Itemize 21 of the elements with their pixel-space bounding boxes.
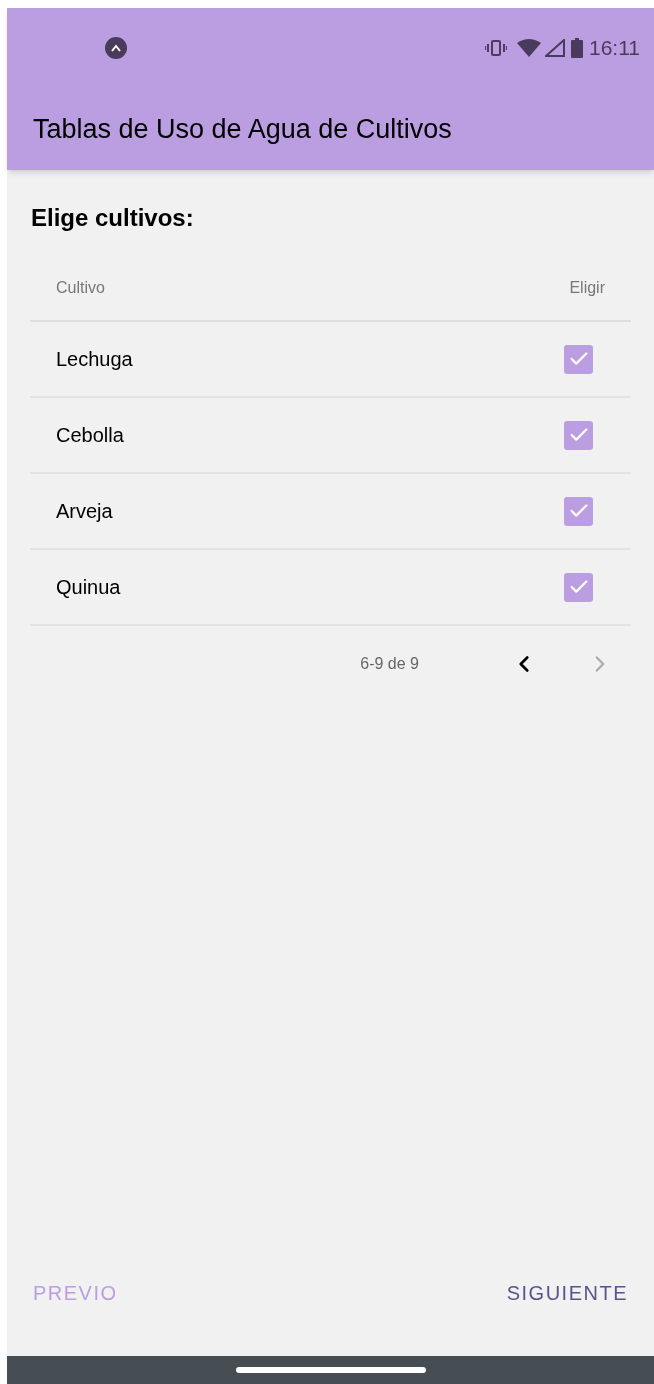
app-title: Tablas de Uso de Agua de Cultivos — [33, 112, 452, 146]
crop-name: Quinua — [56, 575, 121, 600]
home-handle[interactable] — [235, 1367, 426, 1373]
column-header: Eligir — [569, 278, 605, 298]
wifi-icon — [517, 39, 541, 57]
crop-checkbox[interactable] — [564, 420, 593, 450]
vibrate-icon — [485, 40, 507, 56]
page-range: 6-9 de 9 — [360, 654, 419, 674]
column-header: Cultivo — [56, 278, 105, 298]
section-heading: Elige cultivos: — [31, 203, 194, 233]
nav-button[interactable]: SIGUIENTE — [496, 1270, 638, 1316]
signal-icon — [545, 39, 565, 57]
clock-time: 16:11 — [589, 35, 640, 62]
crop-name: Lechuga — [56, 347, 133, 372]
crop-name: Cebolla — [56, 423, 124, 448]
battery-icon — [571, 38, 583, 58]
app-notification-icon — [105, 37, 127, 59]
crop-checkbox[interactable] — [564, 344, 593, 374]
crop-name: Arveja — [56, 499, 113, 524]
crop-checkbox[interactable] — [564, 496, 593, 526]
crop-checkbox[interactable] — [564, 572, 593, 602]
